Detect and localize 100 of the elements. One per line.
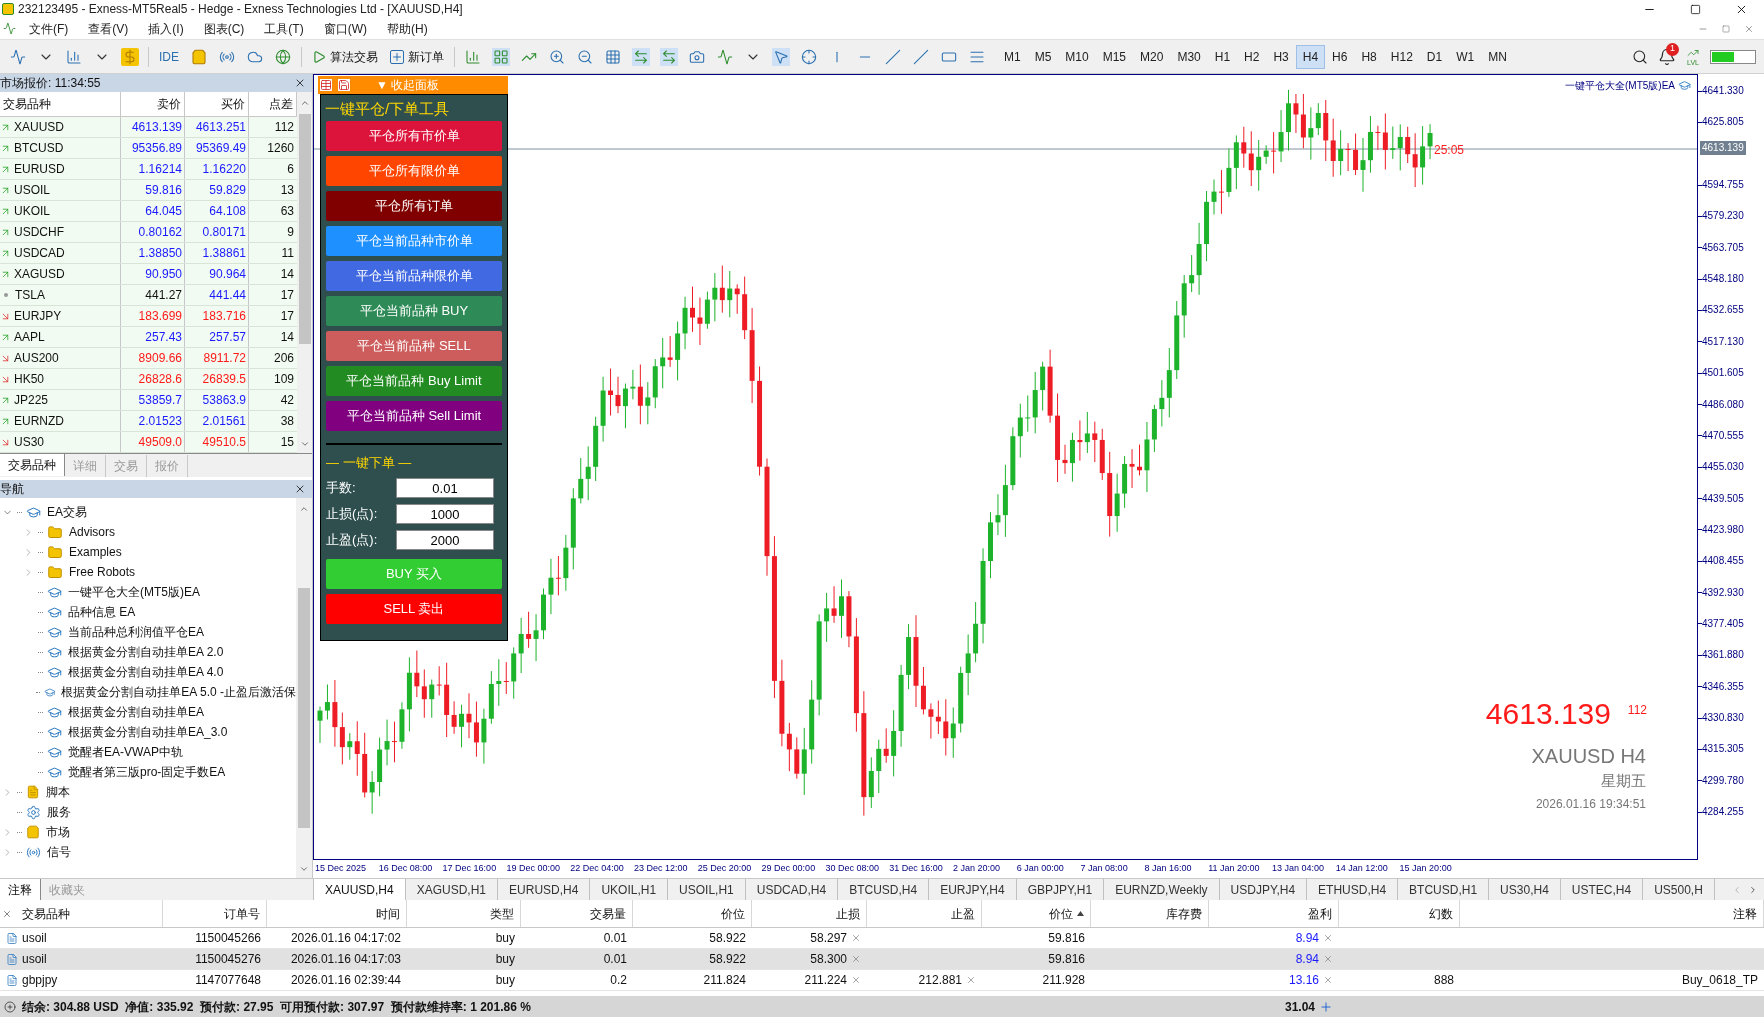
navigator-item[interactable]: Advisors [69,523,115,541]
menu-item[interactable]: 文件(F) [19,19,79,38]
column-header[interactable]: 止损 [836,904,860,923]
navigator-item[interactable]: Free Robots [69,563,136,581]
column-header[interactable]: 交易量 [590,904,626,923]
navigator-item[interactable]: 品种信息 EA [68,603,136,621]
price-axis-label: 4563.705 [1702,240,1744,255]
navigator-item[interactable]: 根据黄金分割自动挂单EA_3.0 [68,723,228,741]
symbol-cell[interactable]: EURUSD [14,160,65,178]
symbol-cell[interactable]: EURJPY [14,307,62,325]
navigator-item[interactable]: 信号 [47,843,71,861]
timeframe-button[interactable]: H6 [1325,44,1355,69]
column-header[interactable]: 价位 [1049,904,1073,923]
symbol-cell[interactable]: USDCAD [14,244,65,262]
navigator-item[interactable]: 服务 [47,803,71,821]
menu-item[interactable]: 图表(C) [193,19,255,38]
timeframe-button[interactable]: D1 [1419,44,1450,69]
column-header[interactable]: 盈利 [1308,904,1332,923]
timeframe-button[interactable]: H12 [1383,44,1420,69]
bid-cell-text: 4613.139 [131,119,182,136]
table-row[interactable]: usoil 1150045276 2026.01.16 04:17:03 buy 0.01 58.922 58.300 59.816 8.94 [0,949,1764,970]
timeframe-button[interactable]: H3 [1266,44,1296,69]
new-order-button[interactable]: 新订单 [384,44,450,69]
symbol-cell[interactable]: BTCUSD [14,139,64,157]
close-orders-button[interactable]: 平仓当前品种 Buy Limit [326,365,502,396]
timeframe-button[interactable]: M15 [1095,44,1134,69]
close-orders-button[interactable]: 平仓所有市价单 [326,120,502,151]
navigator-item[interactable]: 根据黄金分割自动挂单EA 5.0 -止盈后激活保 [61,683,297,701]
menu-item[interactable]: 查看(V) [78,19,139,38]
navigator-item[interactable]: EA交易 [47,503,87,521]
navigator-item[interactable]: 觉醒者EA-VWAP中轨 [68,743,183,761]
timeframe-button[interactable]: M20 [1133,44,1171,69]
close-orders-button[interactable]: 平仓当前品种 Sell Limit [326,400,502,431]
column-header[interactable]: 止盈 [951,904,975,923]
timeframe-button[interactable]: H1 [1207,44,1238,69]
symbol-cell[interactable]: HK50 [14,370,45,388]
close-orders-button[interactable]: 平仓当前品种 SELL [326,330,502,361]
menu-item[interactable]: 帮助(H) [377,19,438,38]
navigator-item[interactable]: 一键平仓大全(MT5版)EA [68,583,200,601]
symbol-cell[interactable]: AUS200 [14,349,59,367]
navigator-item[interactable]: 根据黄金分割自动挂单EA 2.0 [68,643,224,661]
timeframe-button[interactable]: MN [1481,44,1514,69]
price-axis-label: 4579.230 [1702,209,1744,224]
column-header[interactable]: 卖价 [157,95,181,113]
navigator-item[interactable]: 脚本 [46,783,70,801]
input-field[interactable]: 0.01 [396,478,494,498]
column-header[interactable]: 点差 [269,95,293,113]
column-header[interactable]: 库存费 [1166,904,1202,923]
column-header[interactable]: 注释 [1733,904,1757,923]
symbol-cell[interactable]: XAUUSD [14,118,64,136]
chart-tab[interactable]: XAUUSD,H4 [313,879,406,900]
column-header[interactable]: 交易品种 [3,95,51,113]
algo-trading-button[interactable]: 算法交易 [306,44,384,69]
symbol-cell[interactable]: AAPL [14,328,45,346]
navigator-item[interactable]: 市场 [46,823,70,841]
close-orders-button[interactable]: 平仓所有订单 [326,190,502,221]
panel-tab[interactable]: 交易品种 [0,453,65,476]
order-button[interactable]: SELL 卖出 [326,594,502,624]
close-orders-button[interactable]: 平仓当前品种 BUY [326,295,502,326]
column-header[interactable]: 交易品种 [22,904,70,923]
timeframe-button[interactable]: H2 [1237,44,1267,69]
menu-item[interactable]: 工具(T) [254,19,314,38]
timeframe-button[interactable]: M30 [1170,44,1208,69]
table-cell-text: 211.824 [703,972,746,989]
symbol-cell[interactable]: EURNZD [14,412,64,430]
close-orders-button[interactable]: 平仓当前品种限价单 [326,260,502,291]
table-cell-text: 58.922 [709,930,746,947]
symbol-cell[interactable]: USDCHF [14,223,64,241]
input-field[interactable]: 1000 [396,504,494,524]
symbol-cell[interactable]: USOIL [14,181,50,199]
timeframe-button[interactable]: W1 [1449,44,1482,69]
timeframe-button[interactable]: H4 [1295,44,1326,69]
input-field[interactable]: 2000 [396,530,494,550]
timeframe-button[interactable]: M10 [1058,44,1096,69]
symbol-cell[interactable]: JP225 [14,391,49,409]
bid-cell-text: 59.816 [145,182,182,199]
navigator-item[interactable]: 觉醒者第三版pro-固定手数EA [68,763,226,781]
column-header[interactable]: 类型 [490,904,514,923]
column-header[interactable]: 订单号 [224,904,260,923]
symbol-cell[interactable]: XAGUSD [14,265,65,283]
symbol-cell[interactable]: TSLA [15,286,45,304]
column-header[interactable]: 价位 [721,904,745,923]
symbol-cell[interactable]: US30 [14,433,45,451]
navigator-item[interactable]: 当前品种总利润值平仓EA [68,623,204,641]
navigator-item[interactable]: 根据黄金分割自动挂单EA 4.0 [68,663,224,681]
menu-item[interactable]: 插入(I) [138,19,194,38]
ide-button[interactable]: IDE [153,47,185,66]
column-header[interactable]: 买价 [221,95,245,113]
panel-tab[interactable]: 注释 [0,879,41,900]
menu-item[interactable]: 窗口(W) [313,19,377,38]
timeframe-button[interactable]: M1 [997,44,1028,69]
navigator-item[interactable]: 根据黄金分割自动挂单EA [68,703,204,721]
column-header[interactable]: 时间 [376,904,400,923]
column-header[interactable]: 幻数 [1429,904,1453,923]
table-cell-text: usoil [22,951,47,968]
navigator-item[interactable]: Examples [69,543,122,561]
price-axis-label: 4330.830 [1702,711,1744,725]
symbol-cell[interactable]: UKOIL [14,202,50,220]
timeframe-button[interactable]: H8 [1354,44,1384,69]
timeframe-button[interactable]: M5 [1027,44,1059,69]
